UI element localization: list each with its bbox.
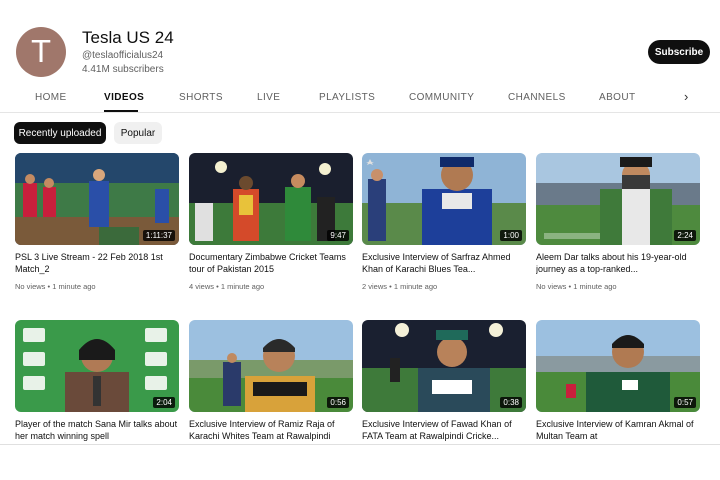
video-meta: 2 views • 1 minute ago [362,282,438,291]
video-duration: 9:47 [327,230,349,241]
video-title[interactable]: Exclusive Interview of Fawad Khan of FAT… [362,418,526,442]
page-bottom-divider [0,444,720,445]
channel-avatar[interactable]: T [16,27,66,77]
tab-about[interactable]: ABOUT [599,92,635,103]
channel-header: T Tesla US 24 @teslaofficialus24 4.41M s… [0,0,720,80]
video-title[interactable]: Documentary Zimbabwe Cricket Teams tour … [189,251,353,275]
video-thumbnail[interactable]: 1:00 [362,153,526,245]
video-thumbnail[interactable]: 0:38 [362,320,526,412]
video-title[interactable]: Exclusive Interview of Ramiz Raja of Kar… [189,418,353,442]
video-duration: 0:57 [674,397,696,408]
video-meta: 4 views • 1 minute ago [189,282,265,291]
video-thumbnail[interactable]: 2:04 [15,320,179,412]
video-title[interactable]: PSL 3 Live Stream - 22 Feb 2018 1st Matc… [15,251,179,275]
tab-channels[interactable]: CHANNELS [508,92,566,103]
video-thumbnail[interactable]: 0:57 [536,320,700,412]
tab-playlists[interactable]: PLAYLISTS [319,92,375,103]
video-duration: 0:38 [500,397,522,408]
tab-community[interactable]: COMMUNITY [409,92,474,103]
tab-live[interactable]: LIVE [257,92,280,103]
video-title[interactable]: Exclusive Interview of Sarfraz Ahmed Kha… [362,251,526,275]
video-duration: 2:04 [153,397,175,408]
video-thumbnail[interactable]: 0:56 [189,320,353,412]
video-title[interactable]: Exclusive Interview of Kamran Akmal of M… [536,418,700,442]
tab-shorts[interactable]: SHORTS [179,92,223,103]
video-meta: No views • 1 minute ago [536,282,617,291]
video-thumbnail[interactable]: 2:24 [536,153,700,245]
channel-handle: @teslaofficialus24 [82,50,164,61]
video-duration: 1:00 [500,230,522,241]
video-title[interactable]: Player of the match Sana Mir talks about… [15,418,179,442]
chip-popular[interactable]: Popular [114,122,162,144]
video-thumbnail[interactable]: 1:11:37 [15,153,179,245]
chip-recently-uploaded[interactable]: Recently uploaded [14,122,106,144]
video-meta: No views • 1 minute ago [15,282,96,291]
channel-tabs: HOME VIDEOS SHORTS LIVE PLAYLISTS COMMUN… [0,84,720,113]
video-duration: 1:11:37 [142,230,175,241]
chevron-right-icon[interactable]: › [684,89,688,104]
subscribe-button[interactable]: Subscribe [648,40,710,64]
tab-home[interactable]: HOME [35,92,67,103]
video-title[interactable]: Aleem Dar talks about his 19-year-old jo… [536,251,700,275]
channel-name: Tesla US 24 [82,28,174,47]
video-duration: 2:24 [674,230,696,241]
video-thumbnail[interactable]: 9:47 [189,153,353,245]
video-duration: 0:56 [327,397,349,408]
active-tab-indicator [104,110,138,112]
tab-videos[interactable]: VIDEOS [104,92,144,103]
subscriber-count: 4.41M subscribers [82,64,164,75]
